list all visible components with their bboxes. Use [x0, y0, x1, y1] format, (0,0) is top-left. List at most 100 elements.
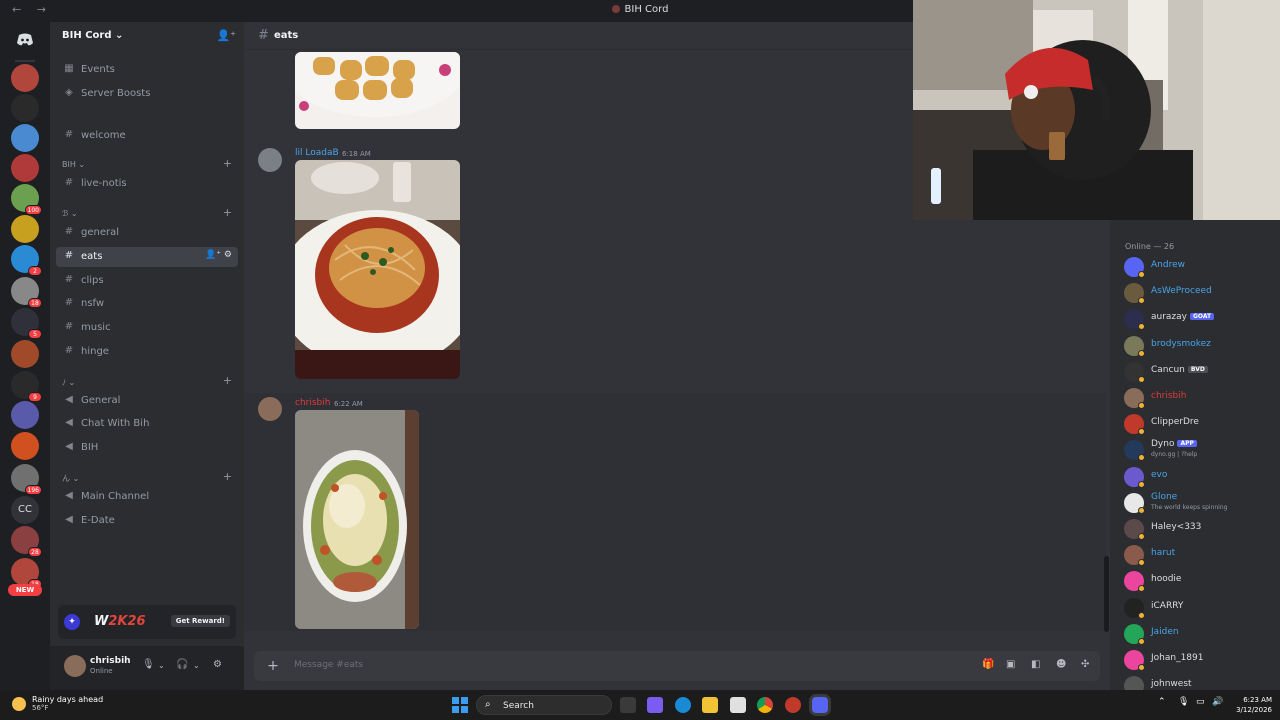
chevron-down-icon[interactable]: ⌄: [193, 661, 200, 670]
channel-eats[interactable]: # eats 👤⁺ ⚙: [56, 247, 238, 267]
voice-channel-e-date[interactable]: ◀ E-Date: [56, 511, 238, 531]
get-reward-button[interactable]: Get Reward!: [170, 615, 230, 627]
server-icon[interactable]: [11, 94, 39, 122]
server-icon[interactable]: 28: [11, 526, 42, 557]
channel-clips[interactable]: # clips: [56, 271, 238, 291]
member-list-item[interactable]: evo: [1122, 465, 1272, 489]
avatar[interactable]: [258, 148, 282, 172]
member-list-item[interactable]: harut: [1122, 543, 1272, 567]
gif-icon[interactable]: ▣: [1006, 659, 1015, 670]
system-clock[interactable]: 6:23 AM 3/12/2026: [1228, 695, 1272, 715]
promo-banner[interactable]: ✦ W2K26 Get Reward!: [58, 605, 236, 639]
server-icon[interactable]: [11, 154, 39, 182]
server-icon[interactable]: 5: [11, 308, 42, 339]
server-icon[interactable]: [11, 401, 39, 429]
image-attachment[interactable]: [295, 160, 460, 379]
weather-widget[interactable]: Rainy days ahead 56°F: [12, 695, 103, 712]
server-icon[interactable]: 100: [11, 184, 42, 215]
sidebar-item-events[interactable]: ▦ Events: [56, 60, 238, 80]
avatar[interactable]: [258, 397, 282, 421]
message-author[interactable]: lil LoadaB: [295, 148, 339, 158]
channel-nsfw[interactable]: # nsfw: [56, 294, 238, 314]
member-list-item[interactable]: Glone The world keeps spinning: [1122, 491, 1272, 515]
server-icon[interactable]: 196: [11, 464, 42, 495]
category-bih[interactable]: BIH ⌄: [62, 160, 85, 169]
channel-settings-icons[interactable]: 👤⁺ ⚙: [205, 250, 232, 260]
server-icon[interactable]: [11, 432, 39, 460]
sidebar-item-server-boosts[interactable]: ◈ Server Boosts: [56, 84, 238, 104]
channel-general[interactable]: # general: [56, 223, 238, 243]
category-voice[interactable]: ﾉ ⌄: [62, 377, 75, 388]
apps-icon[interactable]: ✣: [1081, 659, 1089, 670]
voice-channel-main[interactable]: ◀ Main Channel: [56, 487, 238, 507]
network-icon[interactable]: ▭: [1196, 697, 1205, 707]
microphone-tray-icon[interactable]: 🎙: [1178, 697, 1189, 707]
server-icon[interactable]: [11, 340, 39, 368]
voice-channel-chat-with-bih[interactable]: ◀ Chat With Bih: [56, 414, 238, 434]
chrome-icon[interactable]: [757, 697, 773, 713]
server-icon[interactable]: 9: [11, 371, 42, 402]
add-channel-icon[interactable]: +: [223, 206, 232, 219]
gear-icon[interactable]: ⚙: [213, 659, 222, 670]
member-list-item[interactable]: AsWeProceed: [1122, 281, 1272, 305]
member-list-item[interactable]: Jaiden: [1122, 622, 1272, 646]
sticker-icon[interactable]: ◧: [1031, 659, 1040, 670]
discord-taskbar-icon[interactable]: [812, 697, 828, 713]
add-channel-icon[interactable]: +: [223, 374, 232, 387]
category-text[interactable]: ℬ ⌄: [62, 209, 78, 218]
channel-welcome[interactable]: # welcome: [56, 126, 238, 146]
member-list-item[interactable]: Haley<333: [1122, 517, 1272, 541]
image-attachment[interactable]: [295, 410, 419, 629]
gift-icon[interactable]: 🎁: [982, 659, 994, 670]
avatar[interactable]: [64, 655, 86, 677]
member-list-item[interactable]: iCARRY: [1122, 596, 1272, 620]
server-icon[interactable]: [11, 64, 39, 92]
channel-music[interactable]: # music: [56, 318, 238, 338]
message-author[interactable]: chrisbih: [295, 398, 330, 408]
category-voice-2[interactable]: ん ⌄: [62, 473, 79, 484]
scrollbar[interactable]: [1104, 556, 1109, 632]
guild-header[interactable]: BIH Cord ⌄ 👤⁺: [50, 22, 244, 50]
taskbar-search[interactable]: ⌕ Search: [476, 695, 612, 715]
image-attachment[interactable]: [295, 52, 460, 129]
add-channel-icon[interactable]: +: [223, 157, 232, 170]
store-icon[interactable]: [730, 697, 746, 713]
member-list-item[interactable]: aurazay GOAT: [1122, 307, 1272, 331]
member-list-item[interactable]: ClipperDre: [1122, 412, 1272, 436]
member-list-item[interactable]: hoodie: [1122, 569, 1272, 593]
volume-icon[interactable]: 🔊: [1212, 697, 1223, 707]
task-view-icon[interactable]: [620, 697, 636, 713]
member-list-item[interactable]: Cancun BVD: [1122, 360, 1272, 384]
member-list-item[interactable]: Andrew: [1122, 255, 1272, 279]
message-input[interactable]: Message #eats: [294, 660, 363, 670]
member-list-item[interactable]: brodysmokez: [1122, 334, 1272, 358]
member-list-item[interactable]: Dyno APP dyno.gg | ?help: [1122, 438, 1272, 462]
server-icon[interactable]: 18: [11, 558, 42, 589]
emoji-icon[interactable]: ☻: [1056, 659, 1066, 670]
microphone-icon[interactable]: 🎙: [142, 659, 155, 670]
channel-hinge[interactable]: # hinge: [56, 342, 238, 362]
member-list-item[interactable]: chrisbih: [1122, 386, 1272, 410]
headphones-icon[interactable]: 🎧: [176, 659, 188, 670]
chevron-down-icon[interactable]: ⌄: [158, 661, 165, 670]
app-icon[interactable]: [785, 697, 801, 713]
voice-channel-bih[interactable]: ◀ BIH: [56, 438, 238, 458]
server-icon[interactable]: [11, 215, 39, 243]
invite-people-icon[interactable]: 👤⁺: [216, 29, 236, 42]
server-icon[interactable]: [11, 124, 39, 152]
server-icon[interactable]: 2: [11, 245, 42, 276]
add-channel-icon[interactable]: +: [223, 470, 232, 483]
channel-live-notis[interactable]: # live-notis: [56, 174, 238, 194]
server-icon-cc[interactable]: CC: [11, 496, 39, 524]
add-attachment-button[interactable]: +: [264, 657, 282, 675]
server-icon[interactable]: 18: [11, 277, 42, 308]
edge-icon[interactable]: [675, 697, 691, 713]
file-explorer-icon[interactable]: [702, 697, 718, 713]
copilot-icon[interactable]: [647, 697, 663, 713]
member-list-item[interactable]: johnwest: [1122, 674, 1272, 690]
member-list-item[interactable]: Johan_1891: [1122, 648, 1272, 672]
discord-home-icon[interactable]: [11, 26, 39, 54]
chevron-up-icon[interactable]: ⌃: [1158, 697, 1166, 707]
voice-channel-general[interactable]: ◀ General: [56, 391, 238, 411]
start-icon[interactable]: [452, 697, 468, 713]
